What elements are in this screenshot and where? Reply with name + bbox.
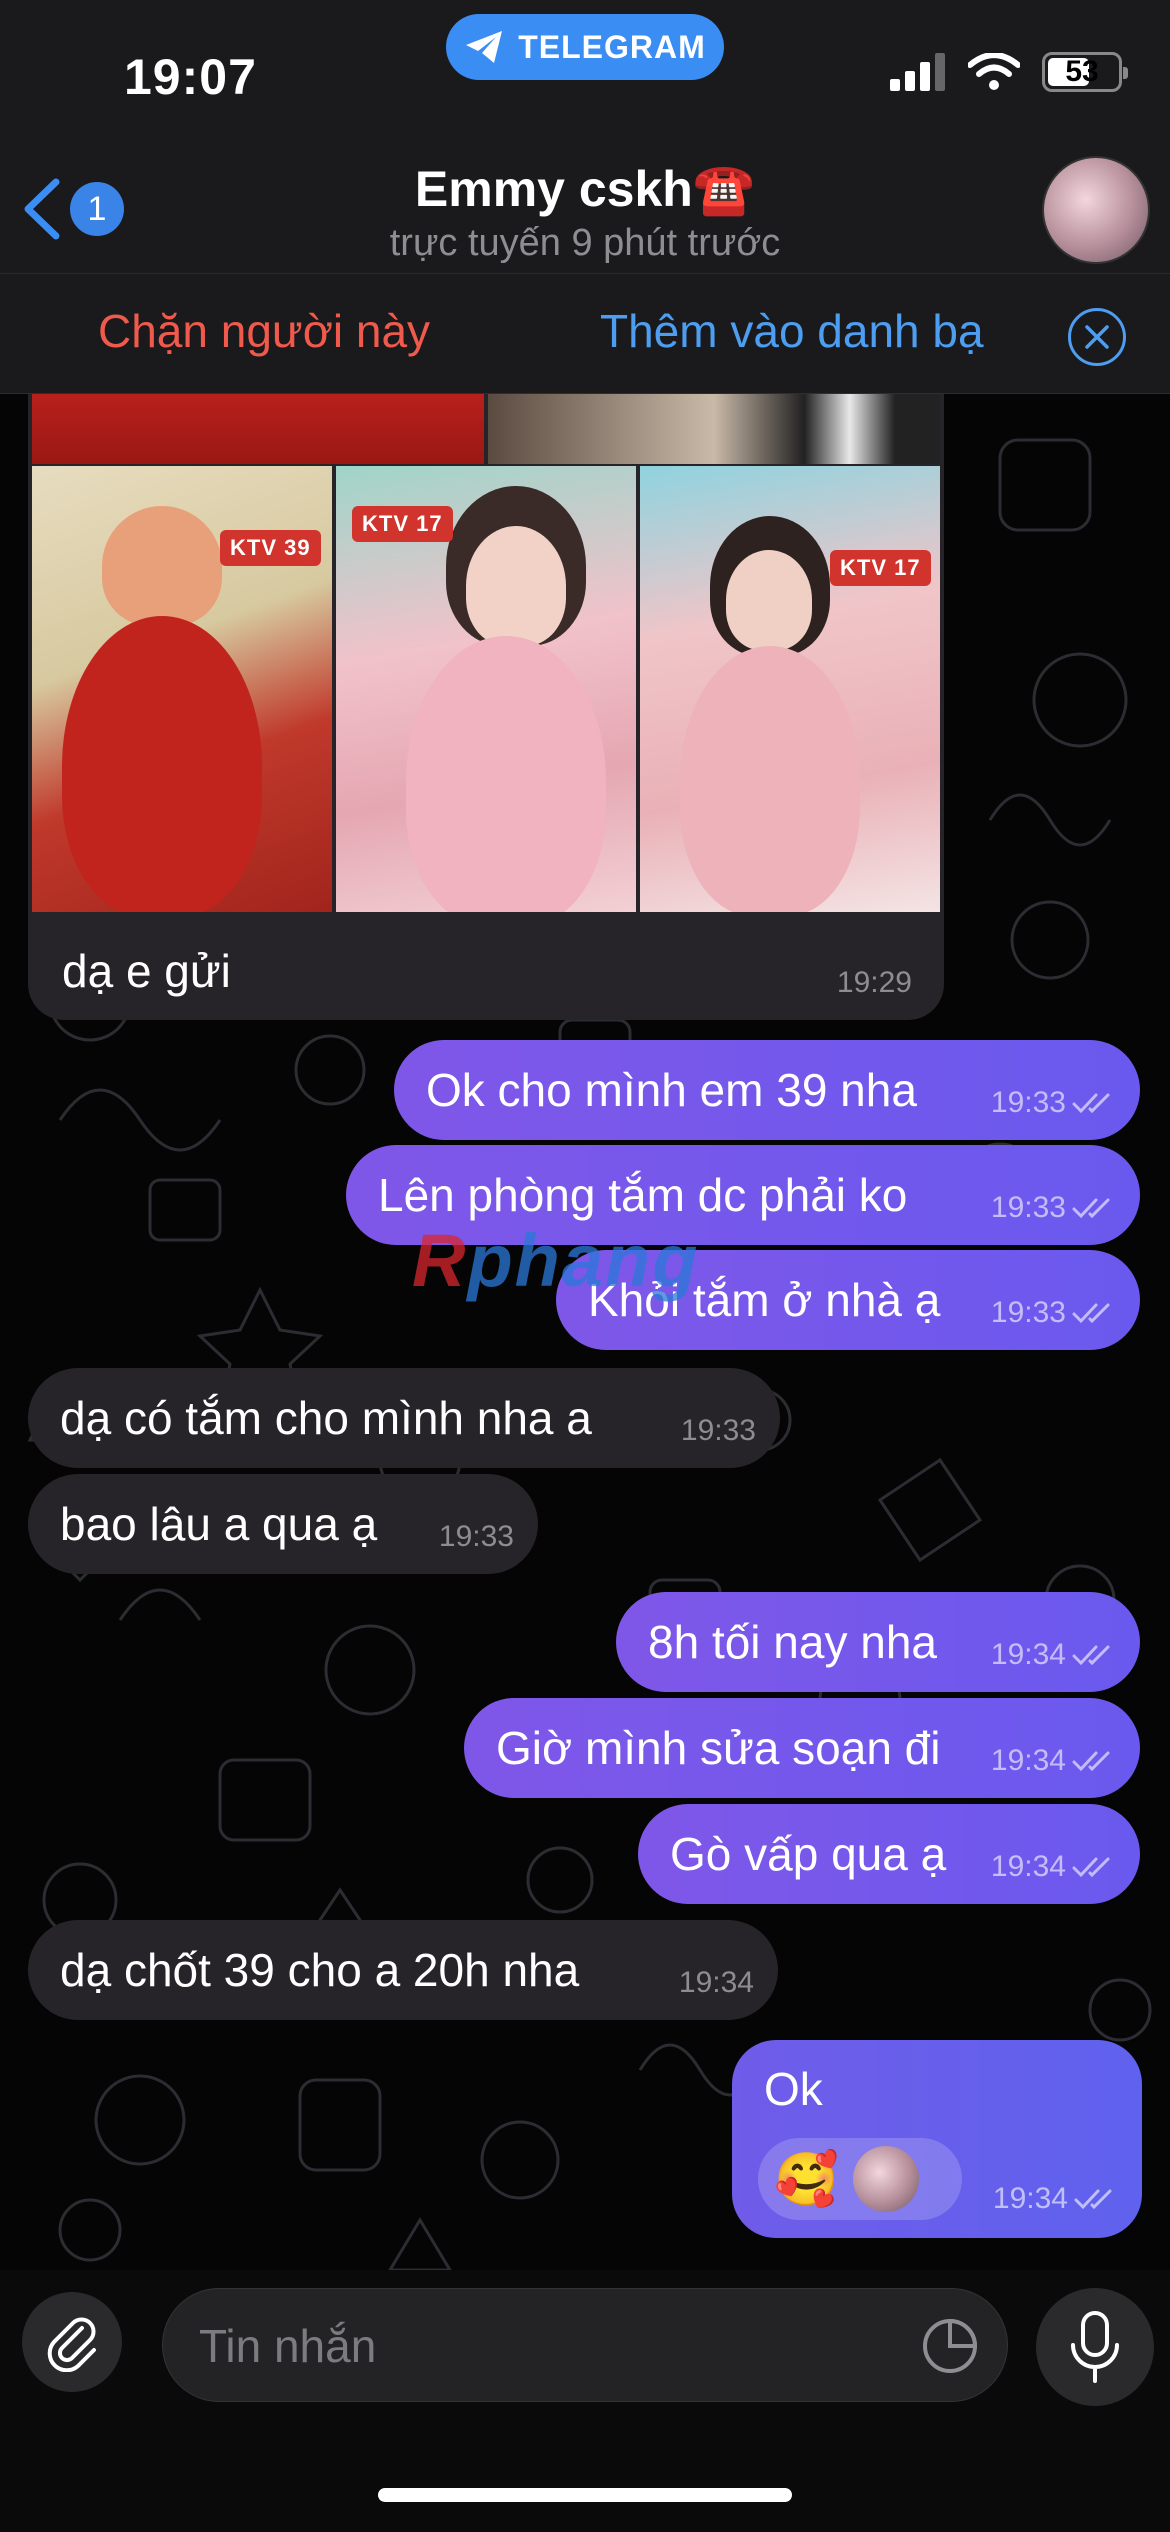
wifi-icon: [968, 53, 1020, 90]
telegram-pill-label: TELEGRAM: [518, 28, 706, 65]
message-text: dạ có tắm cho mình nha a: [60, 1392, 592, 1444]
ktv-tag-3: KTV 17: [830, 550, 931, 586]
reactor-avatar: [852, 2146, 919, 2212]
photo-grid: KTV 39 KTV 17 KTV 17: [32, 466, 940, 912]
ktv-tag-2: KTV 17: [352, 506, 453, 542]
sticker-icon[interactable]: [919, 2315, 981, 2377]
contact-avatar[interactable]: [1042, 156, 1150, 264]
paper-plane-icon: [466, 31, 503, 63]
voice-record-button[interactable]: [1036, 2288, 1154, 2406]
add-contact-button[interactable]: Thêm vào danh bạ: [600, 304, 984, 358]
photo-1[interactable]: KTV 39: [32, 466, 332, 912]
double-check-icon: [1074, 2189, 1112, 2210]
status-bar: 19:07 TELEGRAM 53: [0, 0, 1170, 140]
double-check-icon: [1072, 1857, 1110, 1878]
message-text: 8h tối nay nha: [648, 1616, 938, 1668]
message-bubble-in[interactable]: dạ có tắm cho mình nha a 19:33: [28, 1368, 780, 1468]
double-check-icon: [1072, 1198, 1110, 1219]
message-input-placeholder: Tin nhắn: [199, 2320, 377, 2372]
paperclip-icon: [47, 2317, 96, 2372]
message-time: 19:34: [990, 1638, 1066, 1671]
message-bubble-in[interactable]: bao lâu a qua ạ 19:33: [28, 1474, 538, 1574]
message-bubble-out[interactable]: Ok cho mình em 39 nha 19:33: [394, 1040, 1140, 1140]
double-check-icon: [1072, 1645, 1110, 1666]
attach-button[interactable]: [22, 2292, 122, 2392]
photo-grid-top-row: [32, 394, 940, 464]
chat-header: 1 Emmy cskh☎️ trực tuyến 9 phút trước: [0, 140, 1170, 274]
last-seen-status: trực tuyến 9 phút trước: [389, 222, 781, 264]
message-bubble-out[interactable]: Giờ mình sửa soạn đi 19:34: [464, 1698, 1140, 1798]
message-time: 19:34: [990, 1744, 1066, 1777]
reaction-chip[interactable]: 🥰: [758, 2138, 962, 2220]
message-bubble-out[interactable]: Gò vấp qua ạ 19:34: [638, 1804, 1140, 1904]
message-text: Giờ mình sửa soạn đi: [496, 1722, 941, 1774]
message-text: bao lâu a qua ạ: [60, 1498, 378, 1550]
message-input[interactable]: Tin nhắn: [162, 2288, 1008, 2402]
message-time: 19:33: [438, 1520, 514, 1553]
status-icons: 53: [890, 52, 1128, 92]
chat-title[interactable]: Emmy cskh☎️: [0, 160, 1170, 219]
close-action-bar-button[interactable]: [1068, 308, 1126, 366]
message-time: 19:33: [680, 1414, 756, 1447]
photo-message[interactable]: KTV 39 KTV 17 KTV 17 dạ e gửi 19:29: [28, 394, 944, 1020]
home-indicator[interactable]: [378, 2488, 792, 2502]
message-time: 19:33: [990, 1296, 1066, 1329]
double-check-icon: [1072, 1303, 1110, 1324]
telegram-pill[interactable]: TELEGRAM: [446, 14, 724, 80]
message-time: 19:34: [992, 2182, 1068, 2215]
message-text: dạ chốt 39 cho a 20h nha: [60, 1944, 580, 1996]
signal-icon: [890, 53, 945, 91]
photo-caption: dạ e gửi: [62, 945, 231, 997]
message-text: Lên phòng tắm dc phải ko: [378, 1169, 908, 1221]
double-check-icon: [1072, 1093, 1110, 1114]
photo-3[interactable]: KTV 17: [640, 466, 940, 912]
block-user-button[interactable]: Chặn người này: [98, 304, 430, 358]
battery-level: 53: [1065, 55, 1099, 88]
message-text: Ok cho mình em 39 nha: [426, 1064, 917, 1116]
battery-icon: 53: [1042, 52, 1128, 92]
message-time: 19:33: [990, 1191, 1066, 1224]
message-text: Ok: [764, 2063, 823, 2115]
close-icon: [1085, 325, 1109, 349]
watermark-logo: Rphang: [412, 1219, 700, 1302]
message-text: Gò vấp qua ạ: [670, 1828, 947, 1880]
message-bubble-in[interactable]: dạ chốt 39 cho a 20h nha 19:34: [28, 1920, 778, 2020]
message-time: 19:33: [990, 1086, 1066, 1119]
message-time: 19:34: [990, 1850, 1066, 1883]
status-time: 19:07: [124, 49, 257, 105]
smiling-hearts-emoji: 🥰: [774, 2150, 839, 2209]
photo-2[interactable]: KTV 17: [336, 466, 636, 912]
message-bubble-out[interactable]: Ok 🥰 19:34: [732, 2040, 1142, 2238]
message-time: 19:34: [678, 1966, 754, 1999]
microphone-icon: [1071, 2311, 1119, 2383]
ktv-tag-1: KTV 39: [220, 530, 321, 566]
message-time: 19:29: [836, 966, 912, 999]
contact-action-bar: Chặn người này Thêm vào danh bạ: [0, 274, 1170, 394]
message-bubble-out[interactable]: 8h tối nay nha 19:34: [616, 1592, 1140, 1692]
double-check-icon: [1072, 1751, 1110, 1772]
